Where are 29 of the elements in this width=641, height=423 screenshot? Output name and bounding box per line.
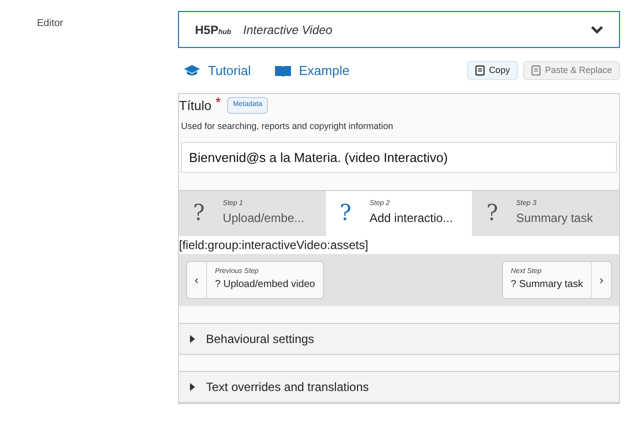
book-icon (274, 64, 291, 76)
step-label: Upload/embe... (222, 210, 304, 228)
clipboard-icon (530, 65, 541, 76)
copy-icon (474, 65, 485, 76)
collapsible-section-header[interactable]: Behavioural settings (179, 322, 619, 354)
step-label: Summary task (516, 210, 593, 228)
question-mark-icon: ? (486, 196, 498, 230)
caret-icon (190, 382, 196, 390)
step-target: ? Upload/embed video (215, 278, 316, 292)
tutorial-link[interactable]: Tutorial (184, 60, 251, 80)
step-target: ? Summary task (510, 278, 583, 292)
question-mark-icon: ? (340, 196, 352, 230)
step-label: Add interactio... (369, 210, 453, 228)
field-description: Used for searching, reports and copyright information (181, 120, 394, 133)
editor-label: Editor (37, 18, 64, 29)
next-arrow: › (598, 272, 604, 288)
collapsible-section-header[interactable]: Text overrides and translations (179, 370, 619, 402)
field-placeholder-text: [field:group:interactiveVideo:assets] (179, 236, 368, 254)
content-type-title: Interactive Video (243, 22, 334, 38)
graduation-cap-icon (184, 64, 200, 76)
required-mark: * (216, 95, 221, 109)
example-link[interactable]: Example (274, 60, 350, 80)
chevron-down-icon (591, 26, 603, 34)
previous-arrow: ‹ (194, 272, 200, 288)
field-label: Título (179, 96, 212, 115)
caret-icon (190, 334, 196, 342)
copy-button[interactable]: Copy (466, 61, 518, 80)
question-mark-icon: ? (193, 196, 205, 230)
title-input[interactable]: Bienvenid@s a la Materia. (video Interactivo) (181, 142, 617, 172)
